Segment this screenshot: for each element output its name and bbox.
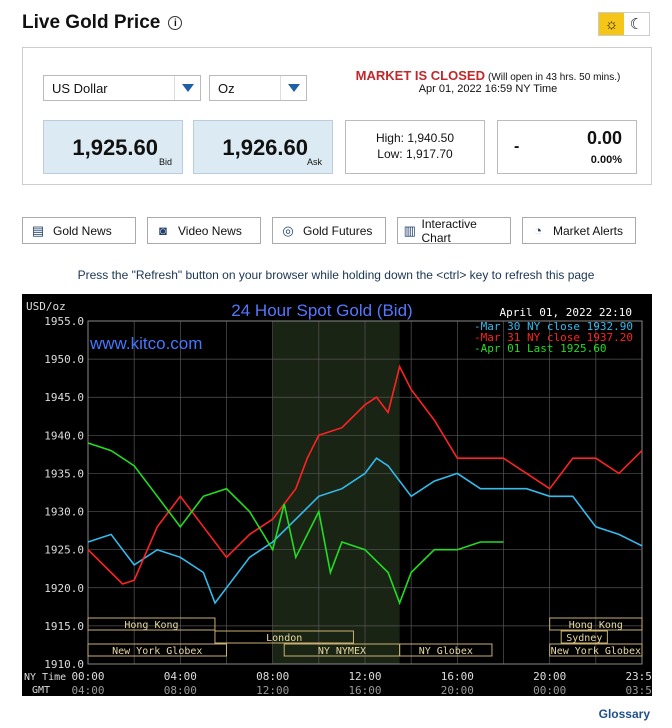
chevron-down-icon[interactable] (174, 76, 200, 100)
session-band (272, 321, 400, 664)
session-label-7: New York Globex (551, 646, 641, 657)
ask-box: 1,926.60 Ask (193, 120, 333, 174)
bid-value: 1,925.60 (72, 135, 158, 160)
chevron-down-icon[interactable] (280, 76, 306, 100)
y-tick-label: 1940.0 (44, 429, 84, 442)
market-datetime: Apr 01, 2022 16:59 NY Time (418, 83, 558, 95)
y-tick-label: 1945.0 (44, 391, 84, 404)
session-label-1: London (266, 633, 302, 644)
y-tick-label: 1930.0 (44, 506, 84, 519)
x-tick-gmt: 08:00 (164, 684, 197, 696)
high-value: High: 1,940.50 (375, 131, 455, 145)
change-box: - 0.00 0.00% (497, 120, 637, 174)
y-tick-label: 1920.0 (44, 582, 84, 595)
sun-icon[interactable]: ☼ (599, 13, 624, 35)
moon-icon[interactable]: ☾ (624, 13, 649, 35)
currency-select[interactable]: US Dollar (43, 75, 201, 101)
y-tick-label: 1935.0 (44, 467, 84, 480)
bar-chart-icon: ▥ (403, 222, 416, 238)
session-label-5: Hong Kong (569, 620, 623, 631)
market-status: MARKET IS CLOSED (Will open in 43 hrs. 5… (343, 68, 633, 95)
video-news-button[interactable]: ◙ Video News (147, 217, 261, 244)
unit-select[interactable]: Oz (209, 75, 307, 101)
legend-entry-2: -Apr 01 Last 1925.60 (474, 342, 606, 355)
y-axis-label: USD/oz (26, 300, 66, 313)
y-tick-label: 1955.0 (44, 315, 84, 328)
market-open-note: (Will open in 43 hrs. 50 mins.) (488, 72, 621, 83)
ask-value: 1,926.60 (222, 135, 308, 160)
theme-toggle[interactable]: ☼ ☾ (598, 12, 650, 36)
y-tick-label: 1950.0 (44, 353, 84, 366)
video-news-label: Video News (178, 223, 242, 238)
x-tick-ny: 20:00 (533, 670, 566, 683)
interactive-chart-label: Interactive Chart (421, 216, 477, 245)
chart-date-label: April 01, 2022 22:10 (500, 306, 632, 319)
x-tick-gmt: 12:00 (256, 684, 289, 696)
x-tick-ny: 08:00 (256, 670, 289, 683)
x-tick-ny: 16:00 (441, 670, 474, 683)
newspaper-icon: ▤ (31, 222, 45, 238)
gold-news-label: Gold News (53, 223, 112, 238)
currency-select-value: US Dollar (52, 80, 108, 96)
session-label-2: New York Globex (112, 646, 202, 657)
market-closed-label: MARKET IS CLOSED (355, 68, 485, 83)
gold-chart-svg: 1955.0 1950.0 1945.0 1940.0 1935.0 1930.0 1925… (24, 300, 659, 697)
interactive-chart-button[interactable]: ▥ Interactive Chart (397, 216, 511, 245)
page-title: Live Gold Price (22, 12, 161, 33)
price-panel: US Dollar Oz MARKET IS CLOSED (Will open… (22, 47, 652, 185)
chart-title: 24 Hour Spot Gold (Bid) (231, 301, 412, 320)
x-tick-ny: 23:59 (625, 670, 652, 683)
x-tick-ny: 12:00 (348, 670, 381, 683)
x-tick-gmt: 03:59 (625, 684, 652, 696)
bid-label: Bid (158, 157, 172, 167)
change-percent: 0.00% (590, 154, 622, 166)
change-dash: - (514, 138, 520, 155)
x-tick-gmt: 16:00 (348, 684, 381, 696)
bell-icon: ◔ (534, 223, 542, 238)
y-tick-label: 1925.0 (44, 544, 84, 557)
refresh-hint: Press the "Refresh" button on your brows… (77, 268, 595, 282)
info-icon[interactable]: i (168, 16, 183, 30)
glossary-link[interactable]: Glossary (599, 707, 650, 721)
change-value: 0.00 (586, 128, 622, 148)
unit-select-value: Oz (218, 80, 235, 96)
gold-news-button[interactable]: ▤ Gold News (22, 217, 136, 244)
session-label-0: Hong Kong (124, 620, 178, 631)
x-axis-label-ny: NY Time (24, 672, 66, 683)
x-tick-ny: 00:00 (71, 670, 104, 683)
session-label-6: Sydney (566, 633, 602, 644)
low-value: Low: 1,917.70 (377, 147, 453, 161)
x-tick-gmt: 04:00 (71, 684, 104, 696)
video-camera-icon: ◙ (159, 223, 167, 238)
ask-label: Ask (306, 157, 322, 167)
x-tick-ny: 04:00 (164, 670, 197, 683)
bid-box: 1,925.60 Bid (43, 120, 183, 174)
gold-futures-label: Gold Futures (303, 223, 373, 238)
market-alerts-label: Market Alerts (553, 223, 624, 238)
x-axis-label-gmt: GMT (32, 685, 50, 696)
gold-chart[interactable]: 1955.0 1950.0 1945.0 1940.0 1935.0 1930.0 1925… (22, 294, 659, 697)
target-icon: ◎ (282, 222, 294, 238)
y-tick-label: 1915.0 (44, 620, 84, 633)
high-low-box: High: 1,940.50 Low: 1,917.70 (345, 120, 485, 174)
gold-futures-button[interactable]: ◎ Gold Futures (272, 217, 386, 244)
market-alerts-button[interactable]: ◔ Market Alerts (522, 217, 636, 244)
chart-watermark: www.kitco.com (89, 334, 202, 353)
x-tick-gmt: 20:00 (441, 684, 474, 696)
session-label-3: NY NYMEX (318, 646, 366, 657)
x-tick-gmt: 00:00 (533, 684, 566, 696)
header: Live Gold Price i (22, 12, 183, 34)
session-label-4: NY Globex (419, 646, 473, 657)
